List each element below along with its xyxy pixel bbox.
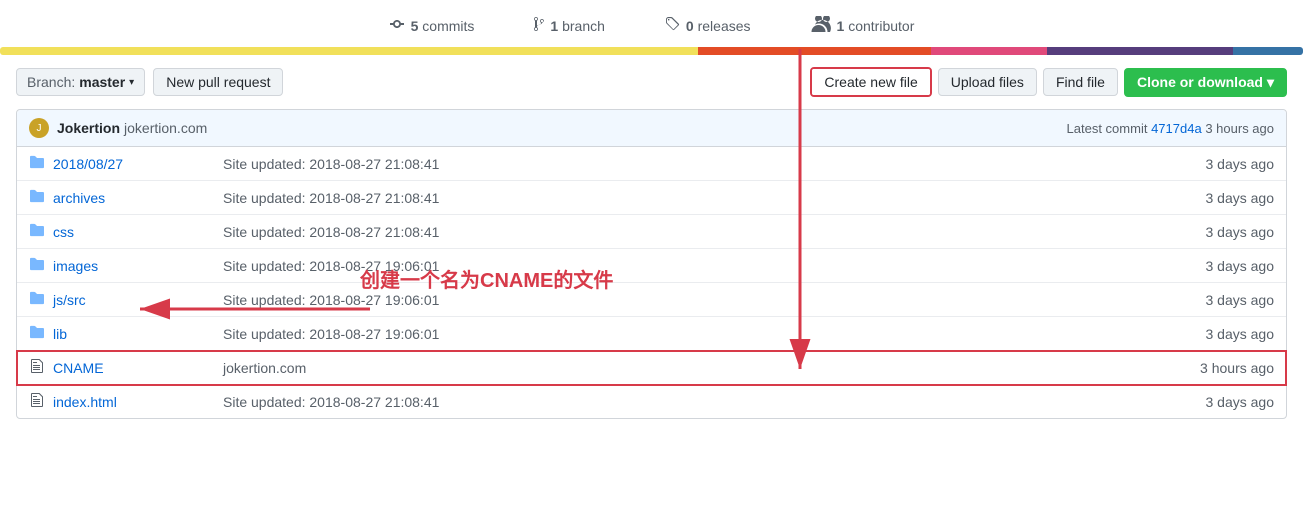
file-name-link[interactable]: lib xyxy=(53,326,203,342)
folder-icon xyxy=(29,188,45,207)
releases-count-link[interactable]: 0 releases xyxy=(686,18,751,34)
file-time: 3 days ago xyxy=(1206,292,1275,308)
commits-stat[interactable]: 5 commits xyxy=(389,16,475,35)
file-message: Site updated: 2018-08-27 21:08:41 xyxy=(223,156,1186,172)
file-time: 3 days ago xyxy=(1206,224,1275,240)
file-time: 3 days ago xyxy=(1206,326,1275,342)
upload-files-button[interactable]: Upload files xyxy=(938,68,1037,96)
releases-stat[interactable]: 0 releases xyxy=(665,16,751,35)
create-new-file-button[interactable]: Create new file xyxy=(812,69,929,95)
file-time: 3 hours ago xyxy=(1200,360,1274,376)
file-time: 3 days ago xyxy=(1206,258,1275,274)
latest-commit-info: Latest commit 4717d4a 3 hours ago xyxy=(1067,121,1274,136)
file-message: Site updated: 2018-08-27 19:06:01 xyxy=(223,258,1186,274)
lang-segment-purple xyxy=(1047,47,1233,55)
branches-count: 1 xyxy=(550,18,558,34)
folder-icon xyxy=(29,324,45,343)
file-message: Site updated: 2018-08-27 19:06:01 xyxy=(223,326,1186,342)
stats-bar: 5 commits 1 branch 0 releases 1 contribu… xyxy=(0,0,1303,35)
page-container: 5 commits 1 branch 0 releases 1 contribu… xyxy=(0,0,1303,419)
file-message: Site updated: 2018-08-27 21:08:41 xyxy=(223,190,1186,206)
folder-icon xyxy=(29,222,45,241)
table-row: images Site updated: 2018-08-27 19:06:01… xyxy=(17,249,1286,283)
language-bar xyxy=(0,47,1303,55)
table-row: archives Site updated: 2018-08-27 21:08:… xyxy=(17,181,1286,215)
branches-stat[interactable]: 1 branch xyxy=(534,16,605,35)
folder-icon xyxy=(29,256,45,275)
table-row: index.html Site updated: 2018-08-27 21:0… xyxy=(17,385,1286,418)
toolbar: Branch: master ▾ New pull request Create… xyxy=(0,55,1303,109)
file-name-link[interactable]: 2018/08/27 xyxy=(53,156,203,172)
people-icon xyxy=(811,16,831,35)
avatar: J xyxy=(29,118,49,138)
table-row: css Site updated: 2018-08-27 21:08:41 3 … xyxy=(17,215,1286,249)
file-time: 3 days ago xyxy=(1206,190,1275,206)
file-icon xyxy=(29,358,45,377)
commit-icon xyxy=(389,16,405,35)
file-name-link[interactable]: CNAME xyxy=(53,360,203,376)
branch-icon xyxy=(534,16,544,35)
chevron-down-icon: ▾ xyxy=(1267,74,1274,91)
file-name-link[interactable]: index.html xyxy=(53,394,203,410)
file-icon xyxy=(29,392,45,411)
lang-segment-orange xyxy=(698,47,931,55)
folder-icon xyxy=(29,290,45,309)
table-row: 2018/08/27 Site updated: 2018-08-27 21:0… xyxy=(17,147,1286,181)
file-message: Site updated: 2018-08-27 21:08:41 xyxy=(223,394,1186,410)
commits-count: 5 xyxy=(411,18,419,34)
clone-or-download-button[interactable]: Clone or download ▾ xyxy=(1124,68,1287,97)
file-name-link[interactable]: css xyxy=(53,224,203,240)
branches-count-link[interactable]: 1 branch xyxy=(550,18,605,34)
file-list: J Jokertion jokertion.com Latest commit … xyxy=(16,109,1287,419)
file-name-link[interactable]: js/src xyxy=(53,292,203,308)
file-time: 3 days ago xyxy=(1206,394,1275,410)
contributors-count: 1 xyxy=(837,18,845,34)
file-message: Site updated: 2018-08-27 19:06:01 xyxy=(223,292,1186,308)
file-rows: 2018/08/27 Site updated: 2018-08-27 21:0… xyxy=(17,147,1286,418)
tag-icon xyxy=(665,16,680,35)
lang-segment-pink xyxy=(931,47,1047,55)
lang-segment-yellow xyxy=(0,47,698,55)
table-row: js/src Site updated: 2018-08-27 19:06:01… xyxy=(17,283,1286,317)
branch-selector[interactable]: Branch: master ▾ xyxy=(16,68,145,96)
lang-segment-blue xyxy=(1233,47,1303,55)
file-message: jokertion.com xyxy=(223,360,1180,376)
clone-label: Clone or download xyxy=(1137,74,1263,90)
committer-name[interactable]: Jokertion xyxy=(57,120,120,136)
new-pull-request-button[interactable]: New pull request xyxy=(153,68,283,96)
contributors-stat[interactable]: 1 contributor xyxy=(811,16,915,35)
table-row: lib Site updated: 2018-08-27 19:06:01 3 … xyxy=(17,317,1286,351)
committer-link: jokertion.com xyxy=(124,120,207,136)
contributors-count-link[interactable]: 1 contributor xyxy=(837,18,915,34)
table-row: CNAME jokertion.com 3 hours ago xyxy=(17,351,1286,385)
releases-count: 0 xyxy=(686,18,694,34)
folder-icon xyxy=(29,154,45,173)
commit-hash-link[interactable]: 4717d4a xyxy=(1151,121,1202,136)
commit-header: J Jokertion jokertion.com Latest commit … xyxy=(17,110,1286,147)
create-new-wrapper: Create new file xyxy=(810,67,931,97)
find-file-button[interactable]: Find file xyxy=(1043,68,1118,96)
toolbar-right: Create new file Upload files Find file C… xyxy=(810,67,1287,97)
file-name-link[interactable]: archives xyxy=(53,190,203,206)
file-message: Site updated: 2018-08-27 21:08:41 xyxy=(223,224,1186,240)
branch-label-text: Branch: xyxy=(27,74,75,90)
chevron-down-icon: ▾ xyxy=(129,77,134,88)
file-time: 3 days ago xyxy=(1206,156,1275,172)
commits-count-link[interactable]: 5 commits xyxy=(411,18,475,34)
file-name-link[interactable]: images xyxy=(53,258,203,274)
branch-name: master xyxy=(79,74,125,90)
